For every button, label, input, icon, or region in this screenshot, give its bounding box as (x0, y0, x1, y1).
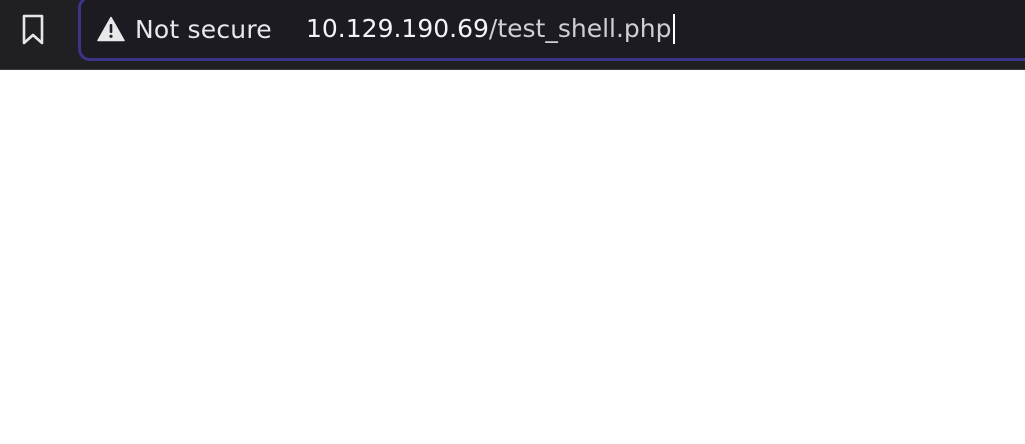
not-secure-label: Not secure (135, 14, 272, 44)
browser-toolbar: Not secure 10.129.190.69/test_shell.php (0, 0, 1025, 70)
url-host: 10.129.190.69 (306, 14, 489, 43)
bookmark-button[interactable] (12, 9, 54, 51)
warning-triangle-icon (96, 15, 126, 43)
site-security-indicator[interactable]: Not secure (96, 12, 272, 46)
text-cursor (672, 14, 675, 44)
url-path: /test_shell.php (488, 14, 672, 43)
page-content (0, 70, 1025, 444)
url-field[interactable]: 10.129.190.69/test_shell.php (306, 12, 675, 46)
bookmark-icon (22, 14, 44, 45)
